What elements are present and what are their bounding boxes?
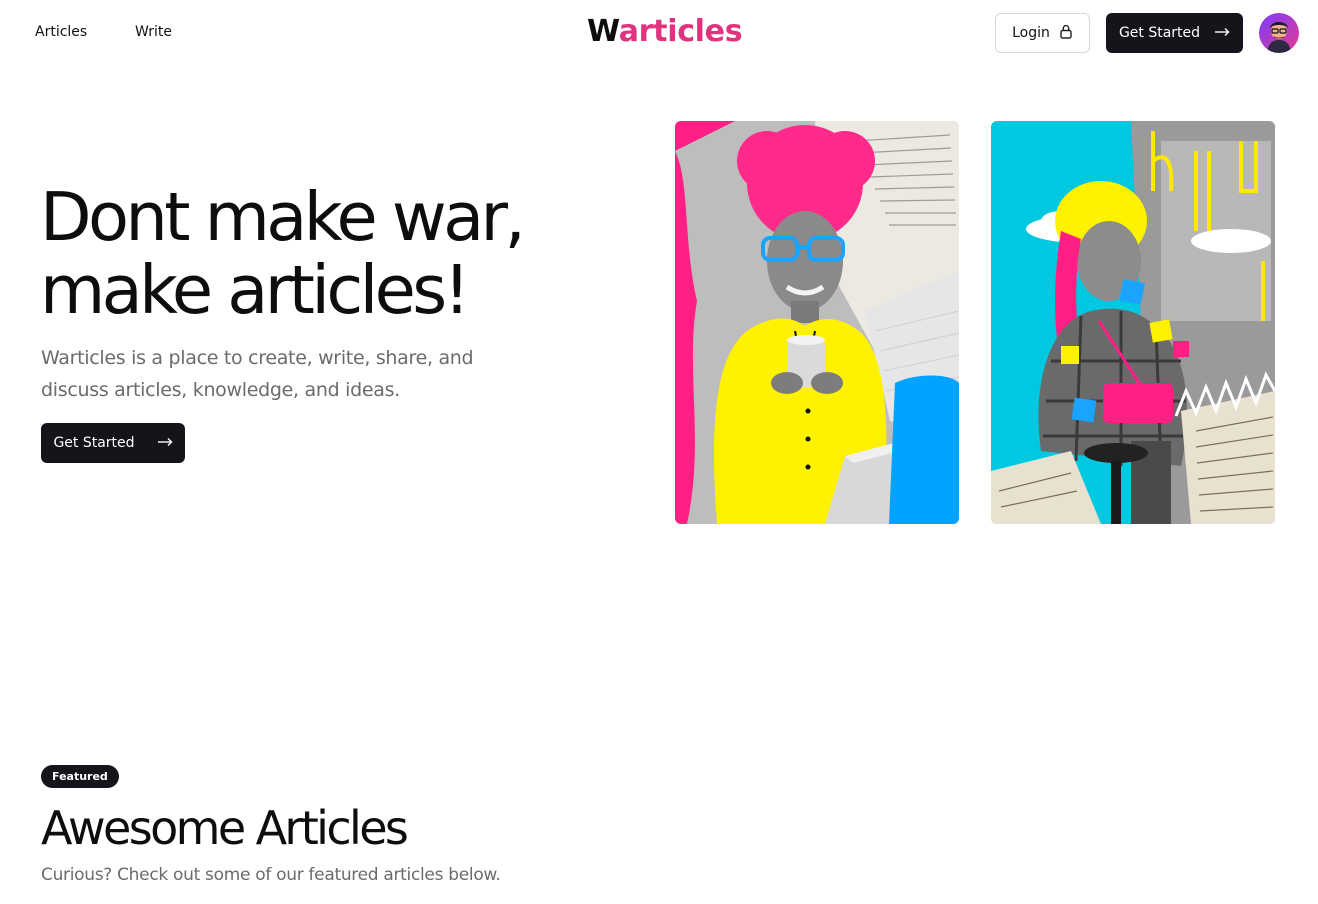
arrow-right-icon bbox=[157, 435, 173, 451]
site-logo[interactable]: Warticles bbox=[587, 14, 743, 49]
login-button-label: Login bbox=[1012, 25, 1050, 41]
arrow-right-icon bbox=[1214, 25, 1230, 41]
nav-articles-link[interactable]: Articles bbox=[35, 24, 87, 40]
featured-section-title: Awesome Articles bbox=[41, 801, 409, 855]
lock-icon bbox=[1059, 24, 1073, 43]
header-get-started-button[interactable]: Get Started bbox=[1106, 13, 1243, 53]
hero-image-woman-coffee bbox=[675, 121, 959, 524]
hero-get-started-button[interactable]: Get Started bbox=[41, 423, 185, 463]
hero-image-woman-bike bbox=[991, 121, 1275, 524]
hero-title-line-1: Dont make war, bbox=[40, 178, 526, 256]
hero-subtitle: Warticles is a place to create, write, s… bbox=[41, 347, 474, 401]
hero-title: Dont make war, make articles! bbox=[40, 181, 640, 327]
nav-write-link[interactable]: Write bbox=[135, 24, 172, 40]
hero-title-line-2: make articles! bbox=[40, 251, 470, 329]
hero-get-started-label: Get Started bbox=[53, 435, 135, 451]
user-avatar[interactable] bbox=[1259, 13, 1299, 53]
logo-word-articles: articles bbox=[618, 14, 743, 49]
header-get-started-label: Get Started bbox=[1118, 25, 1201, 41]
login-button[interactable]: Login bbox=[995, 13, 1090, 53]
featured-section-subtitle: Curious? Check out some of our featured … bbox=[41, 865, 501, 885]
featured-badge: Featured bbox=[41, 765, 119, 788]
top-nav-bar: Articles Write Warticles Login Get Start… bbox=[0, 0, 1318, 66]
logo-letter-w: W bbox=[587, 14, 619, 49]
